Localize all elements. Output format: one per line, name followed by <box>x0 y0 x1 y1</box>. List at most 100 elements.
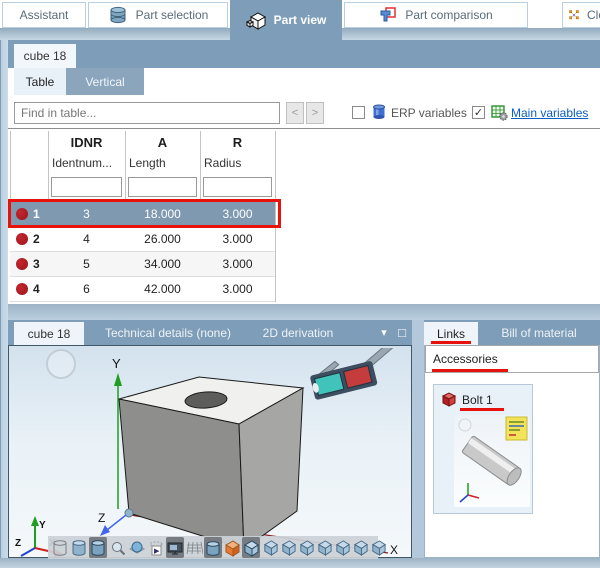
find-in-table-input[interactable] <box>14 102 280 124</box>
viewport-dropdown-button[interactable]: ▾ <box>376 320 392 345</box>
bolt-preview-image <box>458 416 528 503</box>
row-status-icon <box>16 283 28 295</box>
tab-clone[interactable]: Clo <box>562 2 600 28</box>
column-header-idnr[interactable]: IDNR <box>48 135 125 150</box>
tab-links[interactable]: Links <box>424 322 478 345</box>
cube-view-4-icon[interactable] <box>316 537 333 558</box>
linked-part-card[interactable]: Bolt 1 <box>433 384 533 514</box>
filter-input-radius[interactable] <box>203 177 272 197</box>
find-previous-button[interactable]: < <box>286 102 304 124</box>
cell-idnr[interactable]: 5 <box>48 257 125 271</box>
red-part-cube-icon <box>441 392 457 407</box>
erp-variables-checkbox[interactable] <box>352 106 365 119</box>
accessories-annotation-underline <box>432 369 508 372</box>
table-row[interactable]: 4 6 42.000 3.000 <box>10 277 275 302</box>
tab-table-view[interactable]: Table <box>14 68 66 95</box>
cube-solid-icon[interactable] <box>242 537 260 558</box>
links-panel: Accessories Bolt 1 <box>424 345 600 558</box>
cube-view-2-icon[interactable] <box>280 537 297 558</box>
accessories-group-header[interactable]: Accessories <box>425 345 599 373</box>
cell-length[interactable]: 42.000 <box>125 282 200 296</box>
z-axis-label: Z <box>98 511 105 525</box>
vertical-splitter[interactable] <box>412 320 424 558</box>
cell-radius[interactable]: 3.000 <box>200 232 275 246</box>
tab-part-selection[interactable]: Part selection <box>88 2 228 28</box>
tab-part-comparison-label: Part comparison <box>405 8 493 22</box>
tab-part-selection-label: Part selection <box>135 8 209 22</box>
table-row[interactable]: 3 5 34.000 3.000 <box>10 252 275 277</box>
zoom-icon[interactable] <box>109 537 127 558</box>
application-window: Assistant Part selection Part view Part … <box>0 0 600 568</box>
cylinder-view-icon[interactable] <box>204 537 222 558</box>
cube-view-6-icon[interactable] <box>352 537 369 558</box>
viewport-tab-cube18[interactable]: cube 18 <box>14 322 84 345</box>
cell-length[interactable]: 18.000 <box>125 207 200 221</box>
viewport-3d-scene[interactable]: X Y Z Y X Z <box>8 345 412 558</box>
cube-view-1-icon[interactable] <box>262 537 279 558</box>
cell-length[interactable]: 34.000 <box>125 257 200 271</box>
main-variables-icon <box>491 105 508 121</box>
filter-input-idnr[interactable] <box>51 177 122 197</box>
linked-part-name[interactable]: Bolt 1 <box>462 393 493 407</box>
cube-view-3-icon[interactable] <box>298 537 315 558</box>
document-tab-cube18[interactable]: cube 18 <box>14 44 76 68</box>
tab-bill-of-material[interactable]: Bill of material <box>478 320 600 345</box>
accessories-label: Accessories <box>433 352 498 366</box>
cell-radius[interactable]: 3.000 <box>200 257 275 271</box>
row-number: 2 <box>33 232 40 246</box>
y-axis-label: Y <box>112 356 121 371</box>
compare-icon <box>380 7 397 22</box>
cell-length[interactable]: 26.000 <box>125 232 200 246</box>
erp-database-icon <box>373 104 385 119</box>
maximize-icon: □ <box>398 325 406 340</box>
screen-icon[interactable] <box>166 537 184 558</box>
sphere-section-icon[interactable] <box>128 537 146 558</box>
tab-vertical-view[interactable]: Vertical <box>66 68 144 95</box>
cell-idnr[interactable]: 6 <box>48 282 125 296</box>
viewport-tab-2d-derivation[interactable]: 2D derivation <box>250 320 346 345</box>
print-page-icon[interactable]: ▶ <box>147 537 165 558</box>
table-row[interactable]: 1 3 18.000 3.000 <box>10 202 275 227</box>
main-variables-link[interactable]: Main variables <box>511 106 588 120</box>
database-icon <box>110 6 126 24</box>
cell-idnr[interactable]: 3 <box>48 207 125 221</box>
cell-radius[interactable]: 3.000 <box>200 282 275 296</box>
variables-table: IDNR A R Identnum... Length Radius 1 3 1… <box>8 128 600 305</box>
main-variables-checkbox[interactable]: ✓ <box>472 106 485 119</box>
viewport-tab-technical-details[interactable]: Technical details (none) <box>92 320 244 345</box>
cylinder-shaded-icon[interactable] <box>70 537 88 558</box>
cylinder-wireframe-icon[interactable] <box>51 537 69 558</box>
column-header-a[interactable]: A <box>125 135 200 150</box>
table-border-right <box>275 131 276 302</box>
window-left-border <box>0 40 8 568</box>
part-cube-icon <box>245 12 266 30</box>
table-row[interactable]: 2 4 26.000 3.000 <box>10 227 275 252</box>
tab-part-view[interactable]: Part view <box>230 0 342 40</box>
tab-part-view-label: Part view <box>273 13 327 27</box>
column-header-r[interactable]: R <box>200 135 275 150</box>
mesh-icon[interactable] <box>185 537 203 558</box>
cube-view-7-icon[interactable] <box>370 537 387 558</box>
tab-bom-label: Bill of material <box>501 325 577 340</box>
cube-view-5-icon[interactable] <box>334 537 351 558</box>
viewport-tab-label: 2D derivation <box>262 325 334 340</box>
orange-face-icon[interactable] <box>223 537 241 558</box>
row-number: 4 <box>33 282 40 296</box>
tab-assistant[interactable]: Assistant <box>2 2 86 28</box>
right-panel-tab-bar: Links Bill of material <box>424 320 600 345</box>
viewport-maximize-button[interactable]: □ <box>394 320 410 345</box>
bolt-thumbnail[interactable] <box>454 415 530 507</box>
note-icon <box>505 416 528 441</box>
horizontal-splitter[interactable] <box>8 304 600 320</box>
column-subheader-radius: Radius <box>204 156 242 170</box>
find-next-button[interactable]: > <box>306 102 324 124</box>
tab-part-comparison[interactable]: Part comparison <box>344 2 528 28</box>
column-subheader-length: Length <box>129 156 166 170</box>
cell-radius[interactable]: 3.000 <box>200 207 275 221</box>
network-icon <box>569 10 579 20</box>
anaglyph-glasses-icon <box>310 348 394 400</box>
erp-variables-label: ERP variables <box>391 106 467 120</box>
filter-input-length[interactable] <box>128 177 197 197</box>
cell-idnr[interactable]: 4 <box>48 232 125 246</box>
cylinder-solid-icon[interactable] <box>89 537 107 558</box>
